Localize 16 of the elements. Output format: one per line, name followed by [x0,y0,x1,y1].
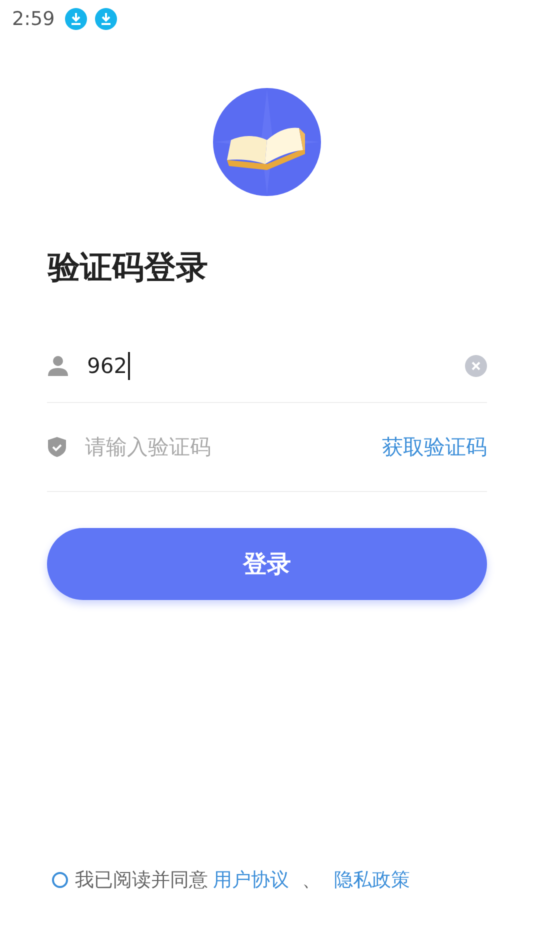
download-icon [64,8,87,30]
person-icon [47,355,69,377]
privacy-policy-link[interactable]: 隐私政策 [334,867,410,893]
agreement-text: 我已阅读并同意 [75,868,208,893]
status-time: 2:59 [12,8,55,30]
user-agreement-link[interactable]: 用户协议 [213,867,289,893]
login-button[interactable]: 登录 [47,528,487,600]
page-title: 验证码登录 [48,247,209,288]
get-code-link[interactable]: 获取验证码 [382,433,487,461]
agree-checkbox[interactable] [52,872,68,888]
separator-text: 、 [302,868,321,893]
phone-field[interactable]: 962 [87,348,447,384]
book-logo-icon [213,88,321,196]
download-icon [94,8,117,30]
shield-check-icon [47,436,67,458]
code-input-field[interactable]: 请输入验证码 [85,429,364,465]
